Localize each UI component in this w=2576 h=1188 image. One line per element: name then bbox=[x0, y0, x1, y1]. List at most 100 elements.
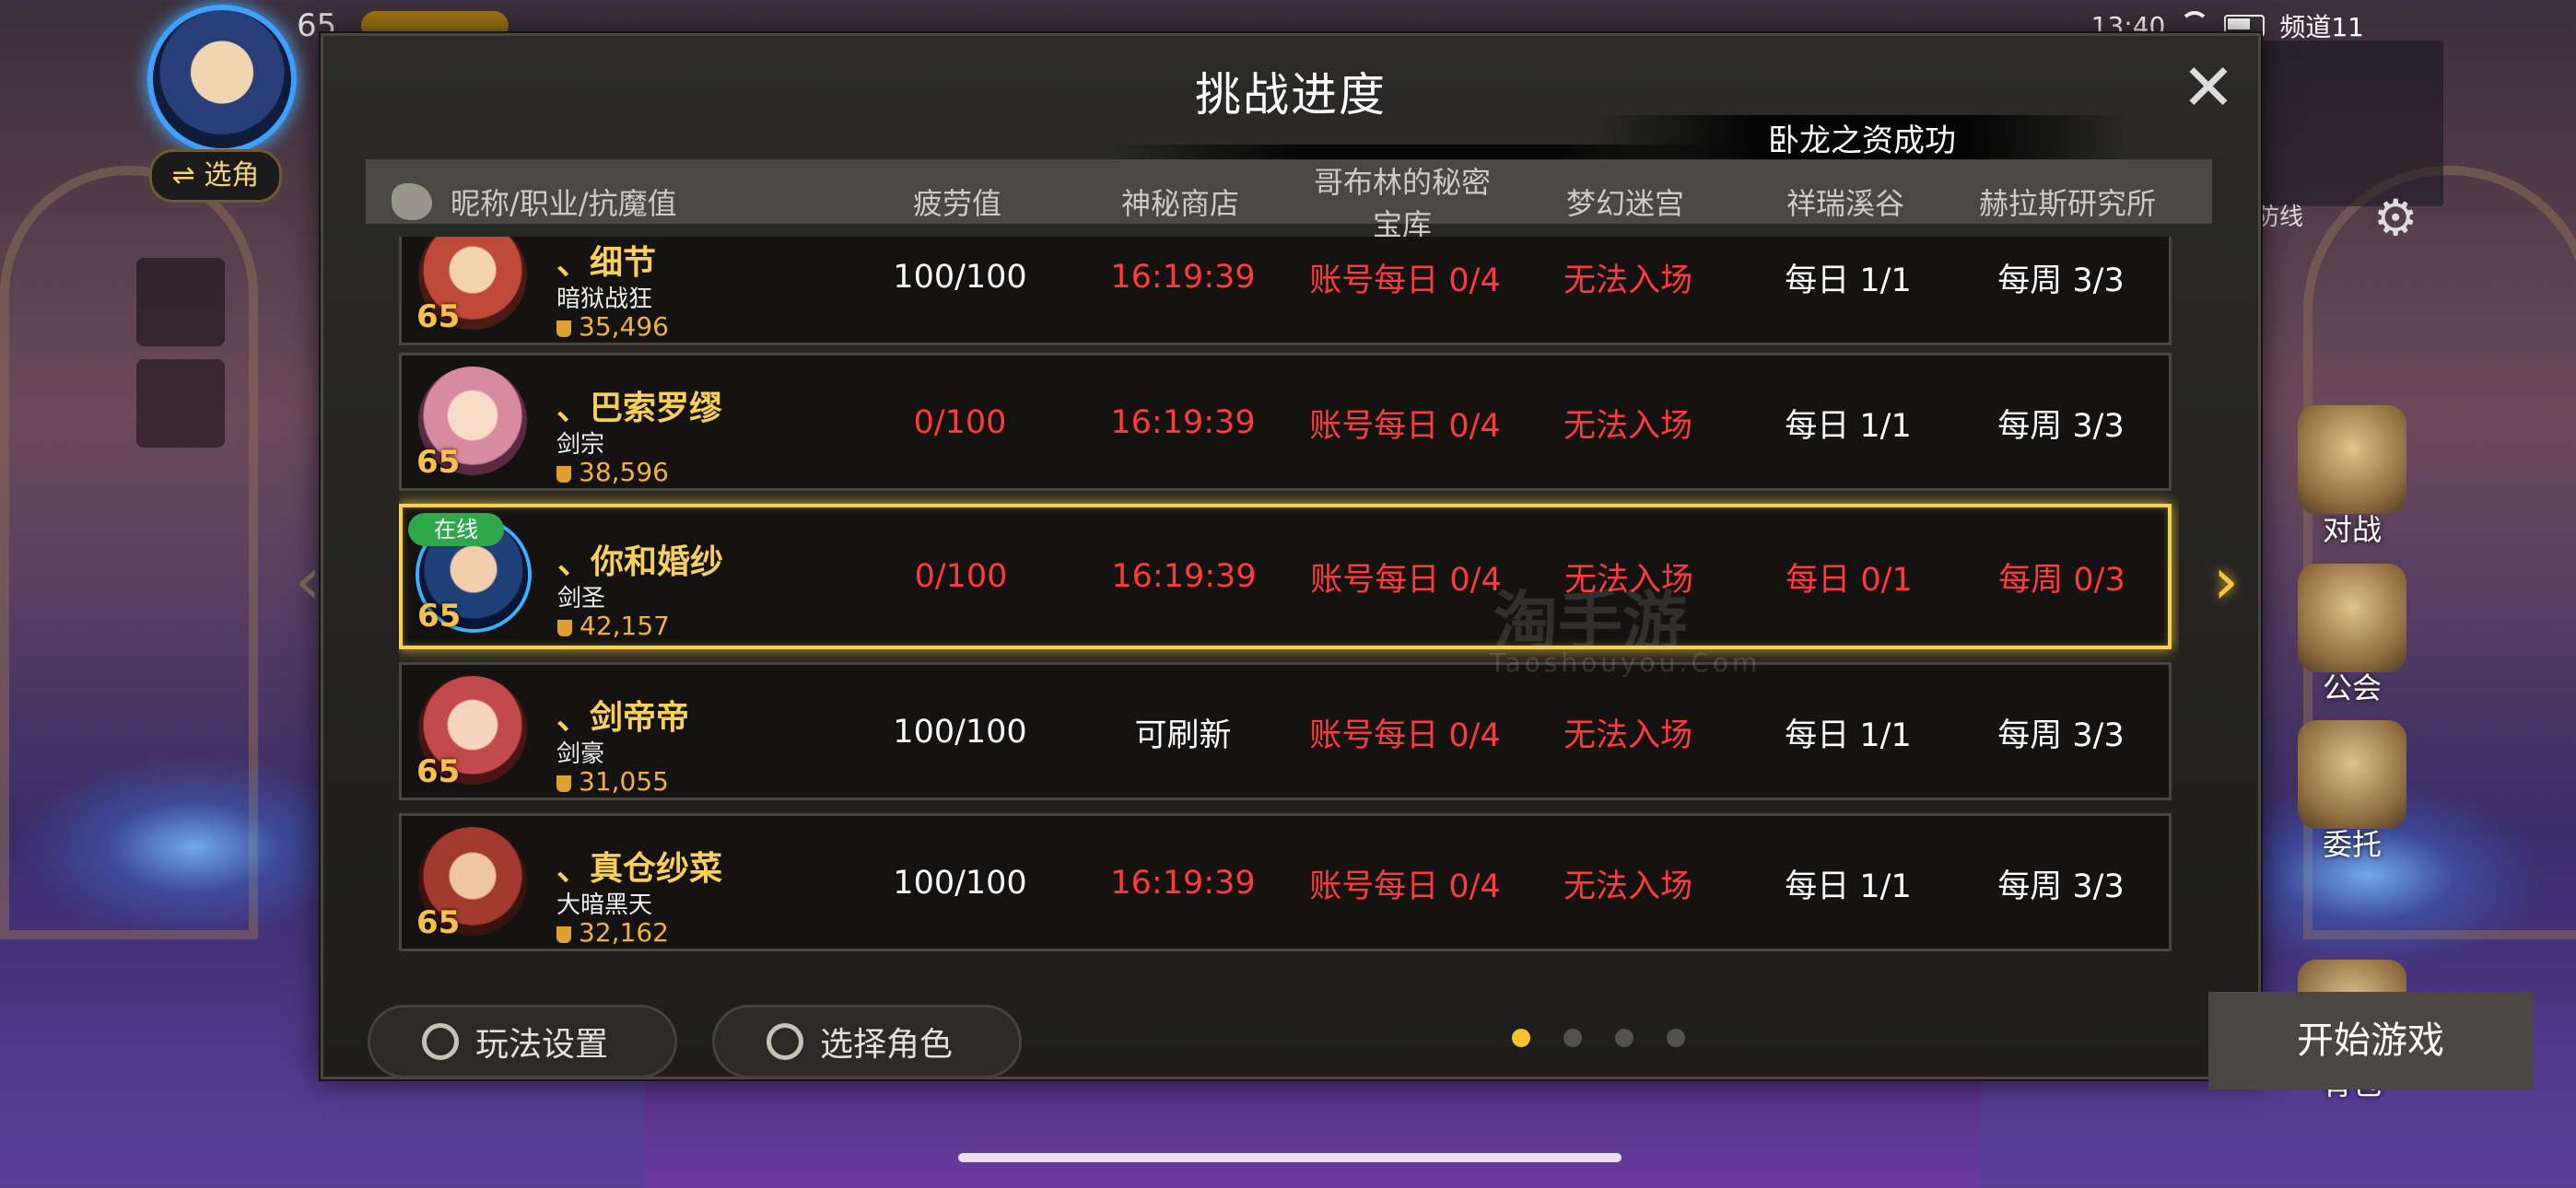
minimap[interactable] bbox=[2241, 41, 2443, 206]
lab-value: 每周 3/3 bbox=[1997, 868, 2125, 905]
notice-board-icon bbox=[2298, 720, 2406, 829]
character-cell: 65 、真仓纱菜 大暗黑天 32,162 bbox=[402, 816, 857, 950]
character-name: 、细节 bbox=[556, 244, 657, 282]
watermark-url: Taoshouyou.Com bbox=[1490, 647, 1762, 678]
table-row[interactable]: 65 、巴索罗缪 剑宗 38,596 0/100 16:19:39 账号每日 0… bbox=[399, 353, 2172, 491]
fatigue-value: 100/100 bbox=[893, 865, 1027, 902]
maze-value: 无法入场 bbox=[1563, 262, 1692, 299]
dragon-icon bbox=[392, 183, 432, 220]
character-name: 、剑帝帝 bbox=[556, 699, 690, 737]
shop-value: 16:19:39 bbox=[1110, 865, 1256, 902]
select-role-button[interactable]: 选择角色 bbox=[712, 1005, 1022, 1078]
battle-menu-button[interactable]: 对战 bbox=[2283, 405, 2421, 549]
gear-icon bbox=[422, 1023, 459, 1060]
close-icon[interactable]: ✕ bbox=[2179, 55, 2238, 120]
lab-value: 每周 0/3 bbox=[1998, 561, 2125, 599]
power-value: 38,596 bbox=[579, 457, 669, 487]
table-row[interactable]: 65 、剑帝帝 剑豪 31,055 100/100 可刷新 账号每日 0/4 无… bbox=[399, 662, 2172, 800]
gameplay-settings-button[interactable]: 玩法设置 bbox=[368, 1005, 677, 1078]
table-row-active[interactable]: 在线 65 、你和婚纱 剑圣 42,157 0/100 16:19:39 账号每… bbox=[399, 504, 2172, 649]
chevron-left-icon[interactable]: ‹ bbox=[295, 543, 321, 619]
friends-icon[interactable] bbox=[136, 359, 225, 448]
table-header: 昵称/职业/抗魔值 疲劳值 神秘商店 哥布林的秘密宝库 梦幻迷宫 祥瑞溪谷 赫拉… bbox=[366, 159, 2212, 242]
lab-value: 每周 3/3 bbox=[1997, 407, 2125, 445]
power-value: 32,162 bbox=[579, 917, 669, 948]
character-level: 65 bbox=[416, 904, 461, 941]
trophy-icon bbox=[556, 775, 571, 792]
lab-value: 每周 3/3 bbox=[1997, 716, 2125, 754]
page-indicator[interactable] bbox=[1512, 1029, 1685, 1047]
character-power: 38,596 bbox=[556, 457, 669, 487]
table-row[interactable]: 65 、细节 暗狱战狂 35,496 100/100 16:19:39 账号每日… bbox=[399, 237, 2172, 345]
page-dot[interactable] bbox=[1667, 1029, 1685, 1047]
page-dot[interactable] bbox=[1512, 1029, 1530, 1047]
character-job: 暗狱战狂 bbox=[556, 285, 653, 313]
header-character: 昵称/职业/抗魔值 bbox=[366, 181, 854, 223]
scroll-icon[interactable] bbox=[136, 258, 225, 346]
fatigue-value: 0/100 bbox=[914, 558, 1008, 595]
chevron-right-icon[interactable]: › bbox=[2213, 543, 2239, 619]
header-valley: 祥瑞溪谷 bbox=[1786, 186, 1904, 221]
power-value: 31,055 bbox=[579, 766, 669, 797]
character-level: 65 bbox=[416, 444, 461, 481]
header-goblin: 哥布林的秘密宝库 bbox=[1313, 165, 1491, 242]
online-badge: 在线 bbox=[408, 513, 504, 546]
trophy-icon bbox=[556, 320, 571, 337]
guild-shield-icon bbox=[2298, 564, 2406, 672]
minimap-label: 防线 bbox=[2255, 204, 2304, 231]
shop-value: 可刷新 bbox=[1134, 716, 1232, 754]
character-cell: 65 、细节 暗狱战狂 35,496 bbox=[402, 237, 857, 344]
character-name: 、你和婚纱 bbox=[557, 543, 724, 581]
character-power: 35,496 bbox=[556, 311, 669, 342]
home-indicator[interactable] bbox=[958, 1153, 1622, 1162]
trophy-icon bbox=[557, 620, 572, 636]
goblin-value: 账号每日 0/4 bbox=[1309, 716, 1501, 754]
fatigue-value: 100/100 bbox=[893, 259, 1027, 296]
header-shop: 神秘商店 bbox=[1120, 186, 1239, 221]
goblin-value: 账号每日 0/4 bbox=[1309, 262, 1501, 299]
character-icon bbox=[767, 1023, 803, 1060]
maze-value: 无法入场 bbox=[1563, 716, 1692, 754]
character-level: 65 bbox=[417, 598, 462, 635]
header-maze: 梦幻迷宫 bbox=[1565, 186, 1684, 221]
character-job: 大暗黑天 bbox=[556, 891, 653, 919]
valley-value: 每日 1/1 bbox=[1785, 868, 1912, 905]
guild-menu-button[interactable]: 公会 bbox=[2283, 564, 2421, 707]
character-job: 剑豪 bbox=[556, 740, 605, 768]
gear-icon[interactable]: ⚙ bbox=[2373, 193, 2418, 243]
maze-value: 无法入场 bbox=[1563, 868, 1692, 905]
character-list[interactable]: 65 、细节 暗狱战狂 35,496 100/100 16:19:39 账号每日… bbox=[399, 237, 2179, 973]
page-dot[interactable] bbox=[1615, 1029, 1633, 1047]
character-cell: 65 、剑帝帝 剑豪 31,055 bbox=[402, 665, 857, 799]
commission-menu-button[interactable]: 委托 bbox=[2283, 720, 2421, 864]
goblin-value: 账号每日 0/4 bbox=[1309, 407, 1501, 445]
player-avatar[interactable] bbox=[147, 5, 297, 154]
trophy-icon bbox=[556, 926, 571, 943]
fatigue-value: 0/100 bbox=[913, 404, 1007, 441]
select-role-label: 选择角色 bbox=[820, 1026, 954, 1064]
character-job: 剑圣 bbox=[557, 585, 606, 612]
shop-value: 16:19:39 bbox=[1110, 404, 1256, 441]
table-row[interactable]: 65 、真仓纱菜 大暗黑天 32,162 100/100 16:19:39 账号… bbox=[399, 813, 2172, 951]
start-game-button[interactable]: 开始游戏 bbox=[2208, 992, 2533, 1089]
shop-value: 16:19:39 bbox=[1111, 558, 1257, 595]
maze-value: 无法入场 bbox=[1563, 407, 1692, 445]
channel-label: 频道11 bbox=[2279, 12, 2364, 42]
power-value: 42,157 bbox=[580, 611, 670, 641]
page-dot[interactable] bbox=[1563, 1029, 1582, 1047]
valley-value: 每日 1/1 bbox=[1785, 716, 1912, 754]
character-level: 65 bbox=[416, 298, 461, 335]
character-name: 、巴索罗缪 bbox=[556, 390, 723, 427]
character-job: 剑宗 bbox=[556, 431, 605, 459]
switch-character-button[interactable]: ⇌ 选角 bbox=[149, 149, 282, 203]
lab-value: 每周 3/3 bbox=[1997, 262, 2125, 299]
challenge-progress-dialog: 挑战进度 ✕ 卧龙之资成功 昵称/职业/抗魔值 疲劳值 神秘商店 哥布林的秘密宝… bbox=[321, 33, 2533, 1089]
goblin-value: 账号每日 0/4 bbox=[1309, 868, 1501, 905]
power-value: 35,496 bbox=[579, 311, 669, 342]
header-fatigue: 疲劳值 bbox=[912, 186, 1001, 221]
character-cell: 在线 65 、你和婚纱 剑圣 42,157 bbox=[403, 509, 858, 644]
gameplay-settings-label: 玩法设置 bbox=[475, 1026, 609, 1064]
character-power: 31,055 bbox=[556, 766, 669, 797]
character-name: 、真仓纱菜 bbox=[556, 850, 723, 888]
valley-value: 每日 1/1 bbox=[1785, 407, 1912, 445]
